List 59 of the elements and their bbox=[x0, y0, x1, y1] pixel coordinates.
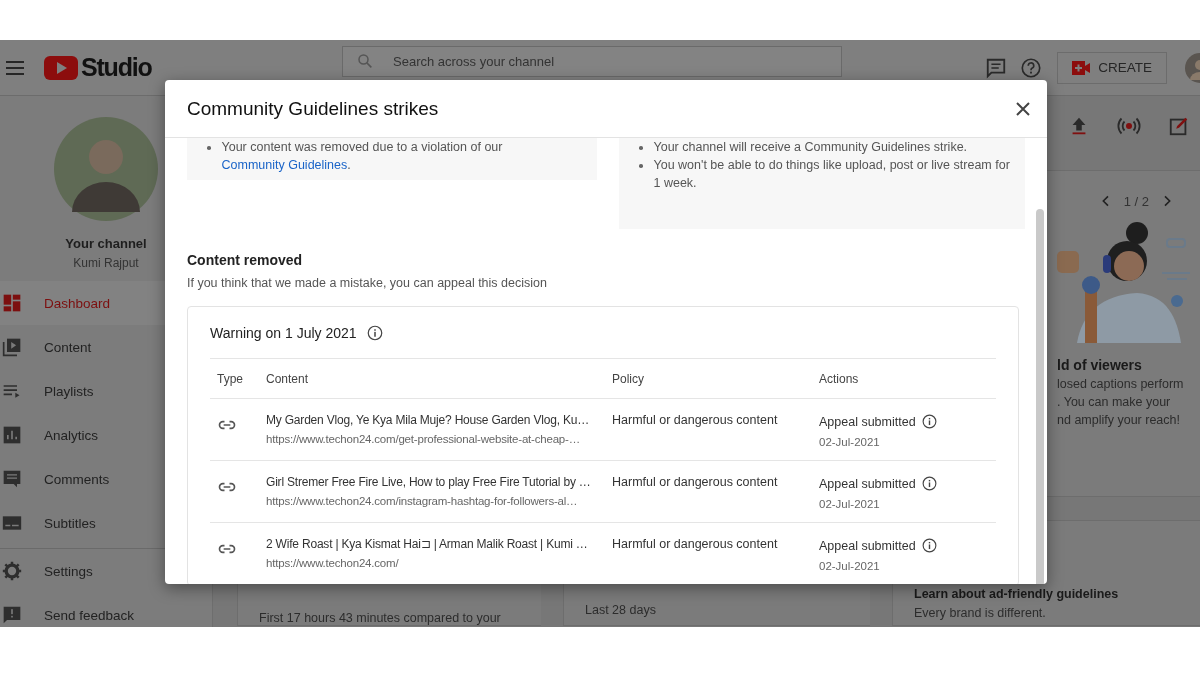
video-url: https://www.techon24.com/ bbox=[266, 557, 400, 569]
video-title: 2 Wife Roast | Kya Kismat Hai⊐ | Arman Malik Roast | Kumi … bbox=[266, 537, 589, 551]
policy-text: Harmful or dangerous content bbox=[612, 537, 778, 551]
bullet-dot bbox=[639, 146, 643, 150]
help-icon bbox=[1020, 56, 1043, 79]
card-text: First 17 hours 43 minutes compared to your bbox=[259, 611, 502, 625]
notice-text: Your channel will receive a Community Guidelines strike. bbox=[653, 139, 968, 156]
message-icon bbox=[985, 56, 1008, 79]
search-field[interactable]: Search across your channel bbox=[342, 46, 842, 77]
dialog-title: Community Guidelines strikes bbox=[187, 97, 439, 120]
play-logo-icon bbox=[44, 55, 78, 80]
logo-text: Studio bbox=[81, 53, 152, 82]
page-counter: 1 / 2 bbox=[1123, 193, 1149, 209]
video-url: https://www.techon24.com/instagram-hashtag-for-followers-al… bbox=[266, 495, 579, 507]
policy-text: Harmful or dangerous content bbox=[612, 413, 778, 427]
info-icon bbox=[920, 413, 938, 430]
appeal-date: 02-Jul-2021 bbox=[819, 560, 881, 572]
appeal-date: 02-Jul-2021 bbox=[819, 498, 881, 510]
bullet-dot bbox=[207, 146, 211, 150]
card-text: Every brand is different. bbox=[914, 606, 1047, 620]
nav-item[interactable]: Send feedback bbox=[0, 593, 212, 627]
card-text: Last 28 days bbox=[585, 603, 657, 617]
appeal-status: Appeal submitted bbox=[819, 538, 916, 553]
edit-icon bbox=[1168, 115, 1190, 137]
video-title: Girl Stremer Free Fire Live, How to play Free Fire Tutorial by … bbox=[266, 475, 592, 489]
warning-title: Warning on 1 July 2021 bbox=[210, 324, 357, 341]
channel-label: Your channel bbox=[64, 236, 148, 251]
camera-icon bbox=[1072, 60, 1091, 75]
tip-text: . You can make your bbox=[1057, 395, 1172, 409]
nav-item[interactable]: Subtitles bbox=[0, 501, 212, 545]
section-title: Content removed bbox=[187, 252, 304, 268]
info-icon bbox=[920, 537, 938, 554]
dashboard-icon bbox=[2, 293, 22, 313]
notice-text: Your content was removed due to a violation of our Community Guidelines. bbox=[221, 139, 504, 174]
policy-text: Harmful or dangerous content bbox=[612, 475, 778, 489]
create-button[interactable]: CREATE bbox=[1057, 51, 1167, 84]
notice-text: You won't be able to do things like upload, post or live stream for 1 week. bbox=[653, 157, 1011, 192]
card-title: Learn about ad-friendly guidelines bbox=[914, 587, 1120, 601]
nav-item[interactable]: Settings bbox=[0, 549, 212, 593]
tip-text: losed captions perform bbox=[1057, 377, 1185, 391]
tip-title: ld of viewers bbox=[1057, 357, 1143, 373]
bullet-dot bbox=[639, 164, 643, 168]
appeal-status: Appeal submitted bbox=[819, 414, 916, 429]
column-header: Content bbox=[265, 359, 611, 399]
column-header: Type bbox=[210, 359, 265, 399]
info-icon bbox=[920, 475, 938, 492]
video-url: https://www.techon24.com/get-professional-website-at-cheap-… bbox=[266, 433, 581, 445]
column-header: Actions bbox=[818, 359, 996, 399]
appeal-status: Appeal submitted bbox=[819, 476, 916, 491]
info-icon bbox=[365, 323, 384, 342]
scrollbar-thumb[interactable] bbox=[1036, 209, 1044, 584]
appeal-date: 02-Jul-2021 bbox=[819, 436, 881, 448]
column-header: Policy bbox=[611, 359, 818, 399]
nav-item[interactable]: Playlists bbox=[0, 369, 212, 413]
tip-text: nd amplify your reach! bbox=[1057, 413, 1181, 427]
video-title: My Garden Vlog, Ye Kya Mila Muje? House Garden Vlog, Ku… bbox=[266, 413, 590, 427]
search-icon bbox=[356, 52, 374, 70]
avatar[interactable] bbox=[54, 117, 158, 221]
settings-icon bbox=[2, 561, 22, 581]
